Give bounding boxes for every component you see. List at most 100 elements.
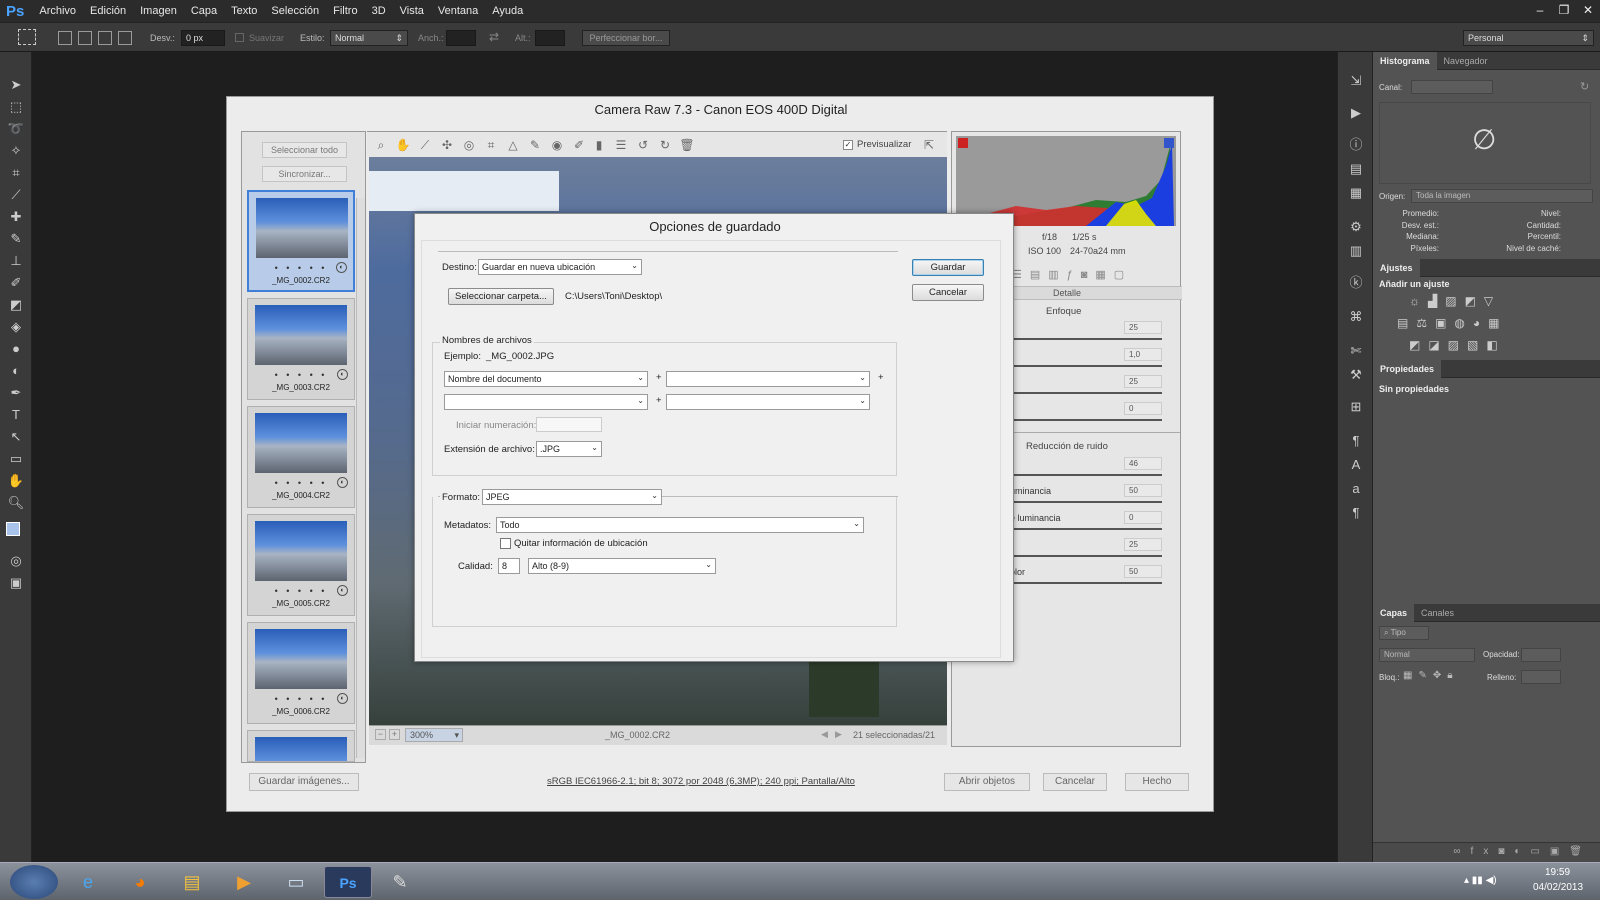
actions-icon[interactable]: ▶: [1346, 104, 1366, 122]
restore-button[interactable]: ❐: [1552, 0, 1576, 20]
paragraph-icon[interactable]: ¶: [1346, 432, 1366, 450]
adjustment-icons-row3[interactable]: ◩◪▨▧◧: [1409, 338, 1506, 352]
extension-dropdown[interactable]: .JPG ⌄: [536, 441, 602, 457]
photoshop-icon[interactable]: Ps: [324, 866, 372, 898]
menu-texto[interactable]: Texto: [224, 0, 264, 22]
cancel-dialog-button[interactable]: Cancelar: [912, 284, 984, 301]
fullscreen-icon[interactable]: ⇱: [921, 137, 937, 153]
name-part-1-dropdown[interactable]: Nombre del documento ⌄: [444, 371, 648, 387]
stamp-tool-icon[interactable]: ⊥: [6, 252, 26, 270]
media-icon[interactable]: ▶: [220, 866, 268, 898]
hand-tool-icon[interactable]: ✋: [6, 472, 26, 490]
para-styles-icon[interactable]: ¶: [1346, 504, 1366, 522]
menu-seleccion[interactable]: Selección: [264, 0, 326, 22]
menu-vista[interactable]: Vista: [393, 0, 431, 22]
color-detail-input[interactable]: 50: [1124, 565, 1162, 578]
thumbnail-item[interactable]: • • • • • ◐ _MG_0004.CR2: [247, 406, 355, 508]
menu-3d[interactable]: 3D: [365, 0, 393, 22]
synchronize-button[interactable]: Sincronizar...: [262, 166, 347, 182]
luminance-input[interactable]: 46: [1124, 457, 1162, 470]
eyedropper-tool-icon[interactable]: ⟋: [6, 186, 26, 204]
start-numbering-input[interactable]: [536, 417, 602, 432]
select-folder-button[interactable]: Seleccionar carpeta...: [448, 288, 554, 305]
eraser-tool-icon[interactable]: ◩: [6, 296, 26, 314]
open-objects-button[interactable]: Abrir objetos: [944, 773, 1030, 791]
pen-tool-icon[interactable]: ✒: [6, 384, 26, 402]
network-icon[interactable]: ▭: [272, 866, 320, 898]
masking-slider[interactable]: [1010, 419, 1162, 421]
quality-preset-dropdown[interactable]: Alto (8-9) ⌄: [528, 558, 716, 574]
detail-input[interactable]: 25: [1124, 375, 1162, 388]
preferences-icon[interactable]: ☰: [613, 137, 629, 153]
lock-icons[interactable]: ▦✎✥🔒︎: [1403, 670, 1459, 681]
zoom-dropdown[interactable]: 300% ▾: [405, 728, 463, 742]
zoom-out-button[interactable]: −: [375, 729, 386, 740]
menu-capa[interactable]: Capa: [184, 0, 224, 22]
next-image-button[interactable]: ▶: [835, 729, 842, 740]
name-part-3-dropdown[interactable]: ⌄: [444, 394, 648, 410]
preview-checkbox[interactable]: ✓: [843, 140, 853, 150]
source-dropdown[interactable]: Toda la imagen: [1411, 189, 1593, 203]
thumbnail-item[interactable]: • • • • • ◐ _MG_0005.CR2: [247, 514, 355, 616]
panel-tab-icons[interactable]: ☰▤▥ƒ◙▦▢: [1012, 268, 1132, 281]
healing-tool-icon[interactable]: ✚: [6, 208, 26, 226]
zoom-in-button[interactable]: +: [389, 729, 400, 740]
zoom-icon[interactable]: ⌕: [373, 137, 389, 153]
foreground-color-swatch[interactable]: [6, 522, 20, 536]
fill-input[interactable]: [1521, 670, 1561, 684]
history-icon[interactable]: ⇲: [1346, 72, 1366, 90]
tab-histogram[interactable]: Histograma: [1373, 51, 1437, 70]
menu-edicion[interactable]: Edición: [83, 0, 133, 22]
layer-comps-icon[interactable]: ▦: [1346, 184, 1366, 202]
tab-channels[interactable]: Canales: [1414, 604, 1461, 622]
shadow-clip-icon[interactable]: [958, 138, 968, 148]
detail-slider[interactable]: [1010, 392, 1162, 394]
radius-slider[interactable]: [1010, 365, 1162, 367]
menu-ventana[interactable]: Ventana: [431, 0, 485, 22]
layer-filter-dropdown[interactable]: ⌕ Tipo: [1379, 626, 1429, 640]
info-icon[interactable]: ⓘ: [1346, 136, 1366, 154]
graduated-filter-icon[interactable]: ▮: [591, 137, 607, 153]
luminance-slider[interactable]: [1010, 474, 1162, 476]
brush-tool-icon[interactable]: ✎: [6, 230, 26, 248]
metadata-dropdown[interactable]: Todo ⌄: [496, 517, 864, 533]
color-input[interactable]: 25: [1124, 538, 1162, 551]
menu-filtro[interactable]: Filtro: [326, 0, 364, 22]
marquee-tool-icon[interactable]: ⬚: [6, 98, 26, 116]
dodge-tool-icon[interactable]: ◐: [6, 362, 26, 380]
refresh-icon[interactable]: ↻: [1580, 80, 1589, 93]
marquee-preset-icon[interactable]: [18, 29, 36, 45]
masking-input[interactable]: 0: [1124, 402, 1162, 415]
radius-input[interactable]: 1,0: [1124, 348, 1162, 361]
save-button[interactable]: Guardar: [912, 259, 984, 276]
3d-icon[interactable]: ⚙: [1346, 218, 1366, 236]
color-slider[interactable]: [1010, 555, 1162, 557]
kuler-icon[interactable]: ⓚ: [1346, 274, 1366, 292]
rotate-left-icon[interactable]: ↺: [635, 137, 651, 153]
quick-select-tool-icon[interactable]: ✧: [6, 142, 26, 160]
name-part-4-dropdown[interactable]: ⌄: [666, 394, 870, 410]
character-icon[interactable]: A: [1346, 456, 1366, 474]
remove-location-checkbox[interactable]: [500, 538, 511, 549]
minimize-button[interactable]: –: [1528, 0, 1552, 20]
prev-image-button[interactable]: ◀: [821, 729, 828, 740]
tab-layers[interactable]: Capas: [1373, 603, 1415, 622]
menu-ayuda[interactable]: Ayuda: [485, 0, 530, 22]
lasso-tool-icon[interactable]: ➰: [6, 120, 26, 138]
width-input[interactable]: [446, 30, 476, 46]
new-selection-icon[interactable]: [58, 31, 72, 45]
target-adjust-icon[interactable]: ◎: [461, 137, 477, 153]
adjustment-icons-row1[interactable]: ☼▟▨◩▽: [1409, 294, 1501, 308]
color-detail-slider[interactable]: [1010, 582, 1162, 584]
style-dropdown[interactable]: Normal ⇕: [330, 30, 408, 46]
path-select-tool-icon[interactable]: ↖: [6, 428, 26, 446]
add-selection-icon[interactable]: [78, 31, 92, 45]
height-input[interactable]: [535, 30, 565, 46]
straighten-icon[interactable]: △: [505, 137, 521, 153]
highlight-clip-icon[interactable]: [1164, 138, 1174, 148]
paths-icon[interactable]: ⌘: [1346, 308, 1366, 326]
explorer-icon[interactable]: ▤: [168, 866, 216, 898]
blend-mode-dropdown[interactable]: Normal: [1379, 648, 1475, 662]
menu-imagen[interactable]: Imagen: [133, 0, 184, 22]
white-balance-icon[interactable]: ⟋: [417, 137, 433, 153]
